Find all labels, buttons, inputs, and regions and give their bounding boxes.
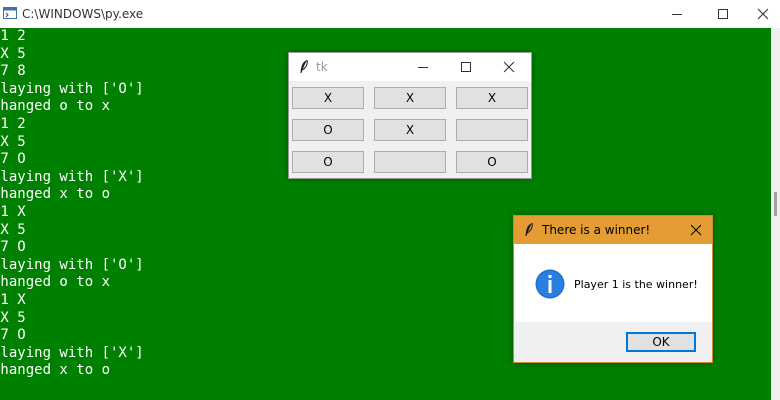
tk-titlebar[interactable]: tk <box>289 53 531 81</box>
tk-feather-icon <box>525 222 533 236</box>
dialog-titlebar[interactable]: There is a winner! <box>514 216 712 244</box>
console-line: changed o to x <box>0 274 111 291</box>
tk-minimize-button[interactable] <box>401 53 445 81</box>
tk-close-button[interactable] <box>487 53 531 81</box>
console-line: X 5 <box>0 221 26 238</box>
board-cell-3[interactable]: X <box>456 87 528 109</box>
tk-window: tk X X X O X O O <box>288 52 532 179</box>
board-cell-7[interactable]: O <box>292 151 364 173</box>
board-cell-9[interactable]: O <box>456 151 528 173</box>
console-minimize-button[interactable] <box>654 0 700 28</box>
board-cell-2[interactable]: X <box>374 87 446 109</box>
dialog-close-button[interactable] <box>680 216 712 244</box>
console-line: 7 O <box>0 327 26 344</box>
board-cell-8[interactable] <box>374 151 446 173</box>
info-icon <box>535 269 565 299</box>
tk-maximize-button[interactable] <box>444 53 488 81</box>
minimize-icon <box>418 67 428 68</box>
dialog-footer: OK <box>514 322 712 362</box>
winner-dialog: There is a winner! Player 1 is the winne… <box>513 215 713 363</box>
maximize-icon <box>461 62 471 72</box>
console-app-icon <box>3 7 17 19</box>
board-cell-5[interactable]: X <box>374 119 446 141</box>
console-line: changed x to o <box>0 362 111 379</box>
dialog-title: There is a winner! <box>542 223 651 237</box>
tk-title: tk <box>316 60 328 74</box>
console-scrollbar[interactable] <box>771 28 780 400</box>
console-line: Playing with ['O'] <box>0 80 144 97</box>
console-line: 7 8 <box>0 63 26 80</box>
console-line: Playing with ['O'] <box>0 256 144 273</box>
console-line: changed o to x <box>0 98 111 115</box>
console-line: Playing with ['X'] <box>0 168 144 185</box>
dialog-message: Player 1 is the winner! <box>574 278 698 291</box>
minimize-icon <box>672 14 682 15</box>
tk-feather-icon <box>300 59 308 73</box>
board-cell-1[interactable]: X <box>292 87 364 109</box>
console-line: X 5 <box>0 45 26 62</box>
console-scrollbar-thumb[interactable] <box>774 192 777 216</box>
console-maximize-button[interactable] <box>700 0 746 28</box>
console-line: 1 2 <box>0 116 26 132</box>
console-line: changed x to o <box>0 186 111 203</box>
maximize-icon <box>718 9 728 19</box>
console-title: C:\WINDOWS\py.exe <box>22 7 144 21</box>
console-line: 7 O <box>0 239 26 256</box>
console-line: 1 X <box>0 292 26 308</box>
console-line: X 5 <box>0 309 26 326</box>
close-icon <box>690 224 702 236</box>
board-cell-4[interactable]: O <box>292 119 364 141</box>
close-icon <box>503 61 515 73</box>
console-close-button[interactable] <box>746 0 780 28</box>
console-line: 7 O <box>0 151 26 168</box>
close-icon <box>757 8 769 20</box>
board-cell-6[interactable] <box>456 119 528 141</box>
console-line: Playing with ['X'] <box>0 344 144 361</box>
ok-button[interactable]: OK <box>626 332 696 352</box>
console-titlebar[interactable]: C:\WINDOWS\py.exe <box>0 0 780 28</box>
console-line: X 5 <box>0 133 26 150</box>
console-line: 1 X <box>0 204 26 220</box>
console-line: 1 2 <box>0 28 26 44</box>
